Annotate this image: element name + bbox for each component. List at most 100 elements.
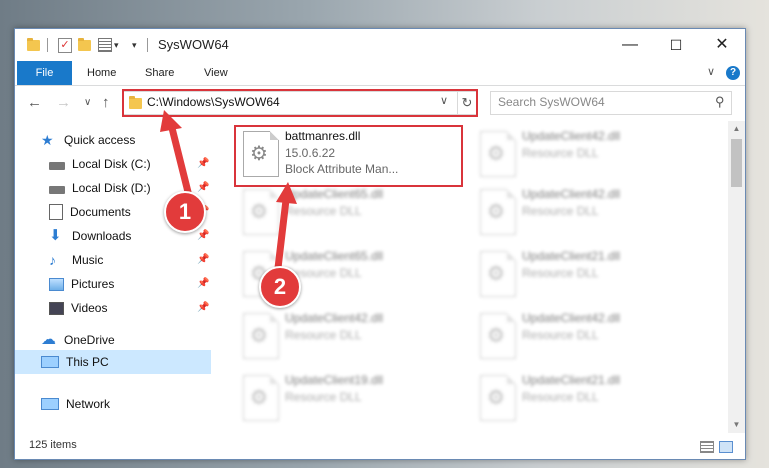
sidebar-item-documents[interactable]: Documents (49, 201, 131, 223)
search-box[interactable]: Search SysWOW64 ⚲ (490, 91, 732, 115)
file-tile[interactable]: ⚙ UpdateClient65.dll Resource DLL (237, 184, 457, 238)
sidebar-item-label: Quick access (64, 133, 136, 147)
scroll-down-icon[interactable]: ▼ (728, 417, 745, 433)
computer-icon (41, 356, 59, 368)
pin-icon: 📌 (197, 302, 210, 313)
file-tile[interactable]: ⚙ UpdateClient21.dll Resource DLL (474, 370, 694, 424)
ribbon-tabs: File Home Share View ∨ ? (15, 61, 745, 86)
file-tile[interactable]: ⚙ UpdateClient42.dll Resource DLL (237, 308, 457, 362)
vertical-scrollbar[interactable]: ▲ ▼ (728, 121, 745, 433)
properties-checkmark-icon[interactable]: ✓ (58, 37, 72, 53)
item-count: 125 items (29, 439, 77, 451)
sidebar-item-label: Local Disk (C:) (72, 157, 151, 171)
help-icon[interactable]: ? (726, 66, 740, 80)
pin-icon: 📌 (197, 230, 210, 241)
separator (47, 37, 48, 53)
gear-icon: ⚙ (250, 201, 268, 223)
file-name: UpdateClient21.dll (522, 249, 621, 263)
cloud-icon: ☁ (41, 331, 56, 348)
file-tile[interactable]: ⚙ UpdateClient42.dll Resource DLL (474, 184, 694, 238)
file-description: Resource DLL (522, 266, 599, 280)
gear-icon: ⚙ (487, 143, 505, 165)
file-name: UpdateClient42.dll (522, 311, 621, 325)
dll-file-icon: ⚙ (243, 313, 279, 359)
sidebar-item-this-pc[interactable]: This PC (41, 351, 109, 373)
sidebar-item-local-disk-d[interactable]: Local Disk (D:) (49, 177, 151, 199)
file-tile[interactable]: ⚙ UpdateClient19.dll Resource DLL (237, 370, 457, 424)
file-description: Resource DLL (522, 328, 599, 342)
sidebar-item-label: Music (72, 253, 104, 267)
minimize-button[interactable]: — (607, 29, 653, 61)
sidebar-item-label: Documents (70, 205, 131, 219)
recent-locations-button[interactable]: ∨ (84, 92, 91, 114)
file-name: UpdateClient19.dll (285, 373, 384, 387)
folder-icon (27, 37, 40, 53)
pictures-icon (49, 277, 64, 291)
properties-icon[interactable] (98, 37, 112, 53)
sidebar-item-label: Network (66, 397, 111, 411)
music-icon: ♪ (49, 252, 56, 268)
dll-file-icon: ⚙ (480, 313, 516, 359)
expand-ribbon-icon[interactable]: ∨ (707, 65, 715, 78)
new-folder-icon[interactable] (78, 37, 91, 53)
sidebar-item-videos[interactable]: Videos (49, 297, 107, 319)
star-icon: ★ (41, 132, 54, 148)
tab-home[interactable]: Home (87, 61, 116, 85)
sidebar-item-label: Local Disk (D:) (72, 181, 151, 195)
file-name: UpdateClient21.dll (522, 373, 621, 387)
file-name: UpdateClient42.dll (522, 129, 621, 143)
file-description: Resource DLL (285, 328, 362, 342)
gear-icon: ⚙ (487, 263, 505, 285)
sidebar-item-pictures[interactable]: Pictures (49, 273, 114, 295)
sidebar-item-music[interactable]: ♪ Music (49, 249, 103, 271)
file-description: Resource DLL (285, 204, 362, 218)
dll-file-icon: ⚙ (480, 131, 516, 177)
gear-icon: ⚙ (487, 201, 505, 223)
file-tile[interactable]: ⚙ UpdateClient42.dll Resource DLL (474, 308, 694, 362)
network-icon (41, 398, 59, 410)
sidebar-item-downloads[interactable]: ⬇ Downloads (49, 225, 131, 247)
sidebar-item-label: Pictures (71, 277, 115, 291)
sidebar-item-label: This PC (66, 355, 109, 369)
title-bar: ✓ ▾ ▾ SysWOW64 — ☐ ✕ (15, 29, 745, 61)
tab-share[interactable]: Share (145, 61, 174, 85)
gear-icon: ⚙ (487, 387, 505, 409)
pin-icon: 📌 (197, 182, 210, 193)
file-tile[interactable]: ⚙ UpdateClient21.dll Resource DLL (474, 246, 694, 300)
sidebar-item-label: Downloads (72, 229, 132, 243)
search-icon[interactable]: ⚲ (715, 94, 725, 110)
dll-file-icon: ⚙ (243, 375, 279, 421)
pin-icon: 📌 (197, 278, 210, 289)
forward-button[interactable]: → (56, 92, 71, 114)
sidebar-item-local-disk-c[interactable]: Local Disk (C:) (49, 153, 151, 175)
large-icons-view-icon[interactable] (719, 441, 733, 453)
separator (147, 37, 148, 53)
sidebar-item-quick-access[interactable]: ★ Quick access (41, 129, 135, 151)
scrollbar-thumb[interactable] (731, 139, 742, 187)
close-button[interactable]: ✕ (699, 29, 745, 61)
gear-icon: ⚙ (487, 325, 505, 347)
tab-view[interactable]: View (204, 61, 228, 85)
back-button[interactable]: ← (27, 92, 42, 114)
dll-file-icon: ⚙ (480, 189, 516, 235)
scroll-up-icon[interactable]: ▲ (728, 121, 745, 137)
file-highlight (234, 125, 463, 187)
tab-file[interactable]: File (17, 61, 72, 85)
customize-toolbar-dropdown-icon[interactable]: ▾ (114, 37, 119, 53)
window-title: SysWOW64 (158, 37, 229, 52)
sidebar-item-onedrive[interactable]: ☁ OneDrive (41, 329, 115, 351)
maximize-button[interactable]: ☐ (653, 29, 699, 61)
file-name: UpdateClient65.dll (285, 249, 384, 263)
address-bar-highlight (122, 89, 478, 117)
file-name: UpdateClient42.dll (522, 187, 621, 201)
file-description: Resource DLL (285, 390, 362, 404)
step-2-badge: 2 (259, 266, 301, 308)
customize-quick-access-icon[interactable]: ▾ (132, 37, 137, 53)
details-view-icon[interactable] (700, 441, 714, 453)
up-button[interactable]: ↑ (102, 92, 110, 114)
sidebar-item-network[interactable]: Network (41, 393, 110, 415)
gear-icon: ⚙ (250, 387, 268, 409)
pin-icon: 📌 (197, 158, 210, 169)
dll-file-icon: ⚙ (480, 251, 516, 297)
file-tile[interactable]: ⚙ UpdateClient42.dll Resource DLL (474, 126, 694, 180)
